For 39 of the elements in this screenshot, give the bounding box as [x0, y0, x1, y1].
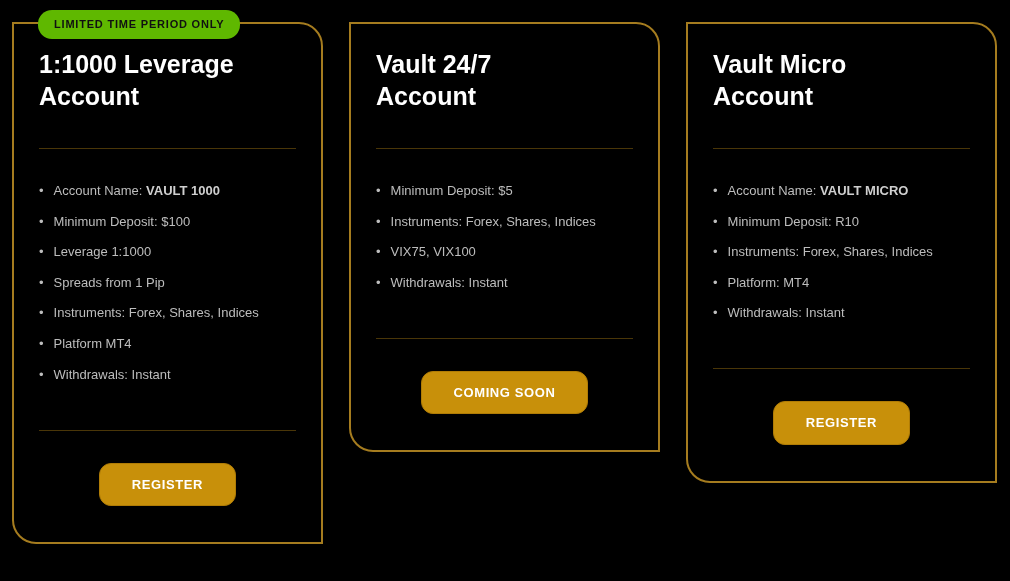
bullet: •	[39, 244, 44, 261]
promo-label: LIMITED TIME PERIOD ONLY	[38, 10, 241, 39]
card-title: Vault Micro Account	[713, 49, 848, 112]
card-title: 1:1000 Leverage Account	[39, 49, 235, 112]
feature-text: Minimum Deposit: R10	[727, 213, 860, 230]
feature-text: Leverage 1:1000	[53, 244, 152, 261]
bullet: •	[39, 305, 44, 322]
bullet: •	[713, 183, 718, 199]
feature-text: Instruments: Forex, Shares, Indices	[390, 213, 596, 230]
bullet: •	[376, 183, 381, 199]
feature-text: Spreads from 1 Pip	[53, 274, 165, 291]
feature-text: Account Name: VAULT 1000	[53, 183, 220, 199]
feature-text: Withdrawals: Instant	[53, 366, 171, 383]
feature-text: Instruments: Forex, Shares, Indices	[53, 305, 259, 322]
bullet: •	[39, 213, 44, 230]
bullet: •	[713, 213, 718, 230]
register-button[interactable]: REGISTER	[98, 462, 237, 507]
feature-text: Minimum Deposit: $5	[390, 183, 513, 199]
feature-text: Account Name: VAULT MICRO	[727, 183, 909, 199]
feature-text: Instruments: Forex, Shares, Indices	[727, 244, 933, 261]
bullet: •	[39, 335, 44, 352]
bullet: •	[39, 183, 44, 199]
register-button[interactable]: REGISTER	[772, 401, 911, 445]
bullet: •	[376, 213, 381, 230]
register-button[interactable]: COMING SOON	[420, 370, 589, 415]
bullet: •	[713, 274, 718, 291]
bullet: •	[376, 244, 381, 261]
feature-text: VIX75, VIX100	[390, 244, 476, 261]
feature-text: Withdrawals: Instant	[390, 274, 508, 291]
bullet: •	[376, 274, 381, 291]
feature-text: Withdrawals: Instant	[727, 305, 845, 322]
bullet: •	[713, 244, 718, 261]
card-title: Vault 24/7 Account	[376, 49, 493, 112]
bullet: •	[39, 274, 44, 291]
feature-text: Platform MT4	[53, 335, 132, 352]
bullet: •	[39, 366, 44, 383]
bullet: •	[713, 305, 718, 322]
feature-text: Platform: MT4	[727, 274, 810, 291]
feature-text: Minimum Deposit: $100	[53, 213, 191, 230]
